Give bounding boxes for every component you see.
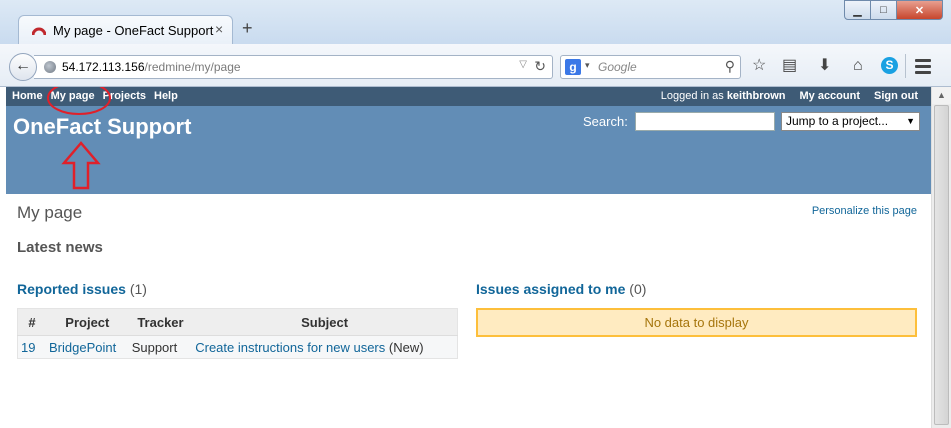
url-path: /redmine/my/page <box>144 60 241 74</box>
jump-to-project-select[interactable]: Jump to a project... ▼ <box>781 112 920 131</box>
assigned-issues-count: (0) <box>629 281 647 297</box>
top-menu-home[interactable]: Home <box>12 90 43 102</box>
globe-icon <box>44 61 56 73</box>
latest-news-heading: Latest news <box>17 239 103 256</box>
home-icon[interactable]: ⌂ <box>853 57 863 75</box>
scroll-thumb[interactable] <box>934 105 949 425</box>
toolbar-separator <box>905 54 906 78</box>
search-label: Search: <box>583 114 628 129</box>
site-title[interactable]: OneFact Support <box>13 114 191 140</box>
logged-in-as: Logged in as keithbrown <box>661 90 786 102</box>
reading-list-icon[interactable]: ▤ <box>782 57 797 75</box>
col-id[interactable]: # <box>17 308 46 336</box>
scroll-up-icon[interactable]: ▲ <box>932 87 951 104</box>
browser-navbar: 54.172.113.156/redmine/my/page ▽ ↻ ← g ▾… <box>0 44 951 87</box>
annotation-ellipse <box>47 87 111 115</box>
browser-search-placeholder: Google <box>598 60 637 74</box>
issue-tracker: Support <box>131 339 178 355</box>
top-menu-help[interactable]: Help <box>154 90 178 102</box>
reported-issues-count: (1) <box>129 281 147 297</box>
google-engine-icon[interactable]: g <box>565 59 581 75</box>
col-subject[interactable]: Subject <box>192 308 458 336</box>
table-header-row: # Project Tracker Subject <box>17 308 458 336</box>
search-icon[interactable]: ⚲ <box>725 58 735 75</box>
logged-in-prefix: Logged in as <box>660 90 724 102</box>
site-search-input[interactable] <box>635 112 775 131</box>
site-header: OneFact Support Search: Jump to a projec… <box>6 106 931 194</box>
browser-search-bar[interactable]: g ▾ Google ⚲ <box>560 55 741 79</box>
minimize-button[interactable]: ▁ <box>844 0 871 20</box>
assigned-issues-link[interactable]: Issues assigned to me <box>476 281 625 297</box>
skype-icon[interactable]: S <box>881 57 898 74</box>
chevron-down-icon: ▼ <box>906 116 915 126</box>
page-title: My page <box>17 203 83 222</box>
col-tracker[interactable]: Tracker <box>128 308 193 336</box>
url-dropdown-icon[interactable]: ▽ <box>519 59 527 70</box>
download-icon[interactable]: ⬇ <box>818 57 831 75</box>
issue-status: (New) <box>388 339 424 355</box>
new-tab-button[interactable]: + <box>242 19 253 37</box>
back-arrow-icon: ← <box>15 57 31 74</box>
engine-dropdown-icon[interactable]: ▾ <box>585 60 590 71</box>
reported-issues-heading: Reported issues (1) <box>17 281 147 297</box>
redmine-favicon-icon <box>32 27 46 36</box>
maximize-button[interactable]: □ <box>871 0 897 20</box>
window-controls: ▁ □ ✕ <box>844 0 943 20</box>
my-account-link[interactable]: My account <box>799 90 860 102</box>
url-host: 54.172.113.156 <box>62 60 145 74</box>
url-bar[interactable]: 54.172.113.156/redmine/my/page ▽ ↻ <box>34 55 553 79</box>
menu-icon[interactable] <box>915 59 931 77</box>
vertical-scrollbar[interactable]: ▲ <box>931 87 951 428</box>
jump-to-project-label: Jump to a project... <box>786 114 889 128</box>
bookmark-star-icon[interactable]: ☆ <box>752 57 766 75</box>
table-row: 19 BridgePoint Support Create instructio… <box>17 335 458 359</box>
username-link[interactable]: keithbrown <box>727 90 786 102</box>
assigned-issues-heading: Issues assigned to me (0) <box>476 281 646 297</box>
close-window-button[interactable]: ✕ <box>897 0 943 20</box>
issue-id-link[interactable]: 19 <box>18 336 47 359</box>
reported-issues-link[interactable]: Reported issues <box>17 281 126 297</box>
annotation-arrow <box>61 141 101 190</box>
tab-close-icon[interactable]: × <box>215 21 223 37</box>
web-page: Home My page Projects Help Logged in as … <box>6 87 931 428</box>
tab-title: My page - OneFact Support <box>53 23 214 38</box>
issue-subject-cell: Create instructions for new users (New) <box>192 336 457 359</box>
no-data-notice: No data to display <box>476 308 917 337</box>
personalize-link[interactable]: Personalize this page <box>812 205 917 217</box>
url-text[interactable]: 54.172.113.156/redmine/my/page <box>62 60 241 74</box>
issue-project-link[interactable]: BridgePoint <box>46 336 129 359</box>
browser-tab[interactable]: My page - OneFact Support × <box>18 15 233 45</box>
issue-subject-link[interactable]: Create instructions for new users <box>195 340 385 355</box>
col-project[interactable]: Project <box>46 308 129 336</box>
reported-issues-table: # Project Tracker Subject 19 BridgePoint… <box>17 308 458 359</box>
sign-out-link[interactable]: Sign out <box>874 90 918 102</box>
browser-titlebar: My page - OneFact Support × + ▁ □ ✕ <box>0 0 951 45</box>
back-button[interactable]: ← <box>9 53 37 81</box>
top-menu: Home My page Projects Help Logged in as … <box>6 87 931 106</box>
reload-icon[interactable]: ↻ <box>534 58 546 75</box>
